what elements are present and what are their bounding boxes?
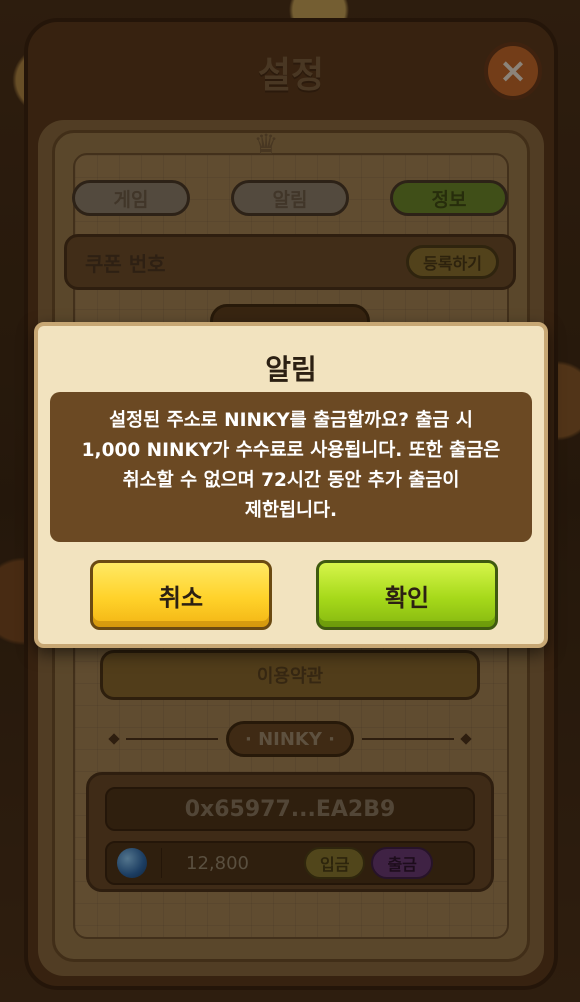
dialog-message-line: 취소할 수 없으며 72시간 동안 추가 출금이	[122, 470, 460, 491]
dialog-message-line: 설정된 주소로 NINKY를 출금할까요? 출금 시	[109, 410, 473, 431]
dialog-message-line: 1,000 NINKY가 수수료로 사용됩니다. 또한 출금은	[81, 440, 501, 461]
dialog-message: 설정된 주소로 NINKY를 출금할까요? 출금 시 1,000 NINKY가 …	[50, 392, 532, 542]
alert-dialog: 알림 설정된 주소로 NINKY를 출금할까요? 출금 시 1,000 NINK…	[34, 322, 548, 648]
dialog-message-line: 제한됩니다.	[244, 500, 338, 521]
confirm-button[interactable]: 확인	[316, 560, 498, 630]
cancel-button[interactable]: 취소	[90, 560, 272, 630]
dialog-title: 알림	[265, 353, 317, 386]
